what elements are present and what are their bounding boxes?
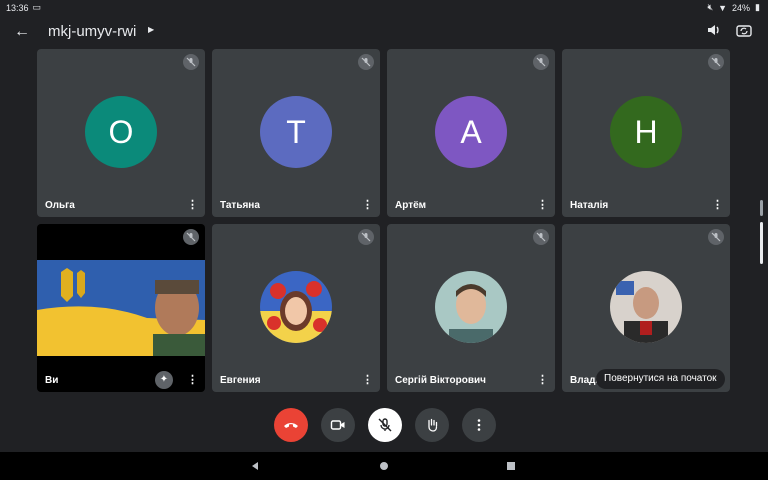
participant-tile[interactable]: Влади ⋮	[562, 224, 730, 392]
participant-avatar-photo	[260, 271, 332, 343]
participant-avatar: H	[610, 96, 682, 168]
scroll-to-top-tooltip[interactable]: Повернутися на початок	[596, 369, 725, 389]
raise-hand-icon	[428, 418, 438, 432]
participant-avatar-photo	[610, 271, 682, 343]
participant-name: Ви	[45, 375, 59, 386]
mic-off-icon	[183, 54, 199, 70]
mic-off-icon	[358, 229, 374, 245]
caret-right-icon[interactable]: ▶	[148, 25, 154, 34]
participant-name: Артём	[395, 200, 427, 211]
system-nav-bar	[0, 452, 768, 480]
meeting-header: ← mkj-umyv-rwi ▶	[0, 14, 768, 50]
mic-off-icon	[533, 229, 549, 245]
participant-name: Ольга	[45, 200, 75, 211]
participant-avatar-photo	[435, 271, 507, 343]
participant-name: Татьяна	[220, 200, 260, 211]
participant-tile[interactable]: Евгения ⋮	[212, 224, 380, 392]
mic-off-icon	[708, 229, 724, 245]
battery-icon: ▮	[755, 2, 760, 12]
participant-tile[interactable]: T Татьяна ⋮	[212, 49, 380, 217]
mic-off-icon	[183, 229, 199, 245]
mic-off-icon	[378, 418, 392, 432]
mute-notifications-icon: 🔇︎	[707, 2, 714, 12]
self-tile[interactable]: Ви ✦ ⋮	[37, 224, 205, 392]
participant-name: Сергій Вікторович	[395, 375, 486, 386]
mic-toggle-button[interactable]	[368, 408, 402, 442]
scroll-thumb[interactable]	[760, 222, 763, 264]
participant-avatar: O	[85, 96, 157, 168]
more-vert-icon[interactable]: ⋮	[362, 373, 373, 386]
video-camera-icon	[330, 420, 345, 430]
raise-hand-button[interactable]	[415, 408, 449, 442]
battery-percent: 24%	[732, 2, 751, 13]
participant-avatar: T	[260, 96, 332, 168]
nav-back-icon[interactable]	[250, 461, 260, 471]
participant-tile[interactable]: O Ольга ⋮	[37, 49, 205, 217]
more-vert-icon[interactable]: ⋮	[712, 198, 723, 211]
participant-avatar: A	[435, 96, 507, 168]
scroll-indicator[interactable]	[760, 200, 763, 216]
mic-off-icon	[358, 54, 374, 70]
mic-off-icon	[533, 54, 549, 70]
status-bar: 13:36 ▭ 🔇︎ ▼ 24% ▮	[0, 0, 768, 14]
status-time: 13:36	[6, 2, 29, 13]
self-video-feed	[37, 260, 205, 356]
call-controls	[0, 408, 768, 442]
more-vert-icon[interactable]: ⋮	[362, 198, 373, 211]
mic-off-icon	[708, 54, 724, 70]
more-options-button[interactable]	[462, 408, 496, 442]
more-vert-icon	[477, 419, 481, 431]
participant-name: Наталія	[570, 200, 609, 211]
participant-tile[interactable]: Сергій Вікторович ⋮	[387, 224, 555, 392]
participant-name: Евгения	[220, 375, 261, 386]
more-vert-icon[interactable]: ⋮	[187, 198, 198, 211]
nav-home-icon[interactable]	[379, 461, 389, 471]
meeting-code[interactable]: mkj-umyv-rwi	[48, 22, 136, 42]
more-vert-icon[interactable]: ⋮	[537, 198, 548, 211]
end-call-icon	[284, 423, 298, 428]
participant-tile[interactable]: A Артём ⋮	[387, 49, 555, 217]
switch-camera-icon[interactable]	[734, 22, 754, 42]
speaker-icon[interactable]	[704, 22, 724, 42]
screen-record-icon: ▭	[32, 2, 42, 12]
wifi-icon: ▼	[718, 2, 728, 13]
sparkle-effects-icon[interactable]: ✦	[155, 371, 173, 389]
more-vert-icon[interactable]: ⋮	[187, 373, 198, 386]
end-call-button[interactable]	[274, 408, 308, 442]
camera-toggle-button[interactable]	[321, 408, 355, 442]
nav-recents-icon[interactable]	[506, 461, 516, 471]
participant-tile[interactable]: H Наталія ⋮	[562, 49, 730, 217]
more-vert-icon[interactable]: ⋮	[537, 373, 548, 386]
back-arrow-icon[interactable]: ←	[12, 22, 32, 42]
